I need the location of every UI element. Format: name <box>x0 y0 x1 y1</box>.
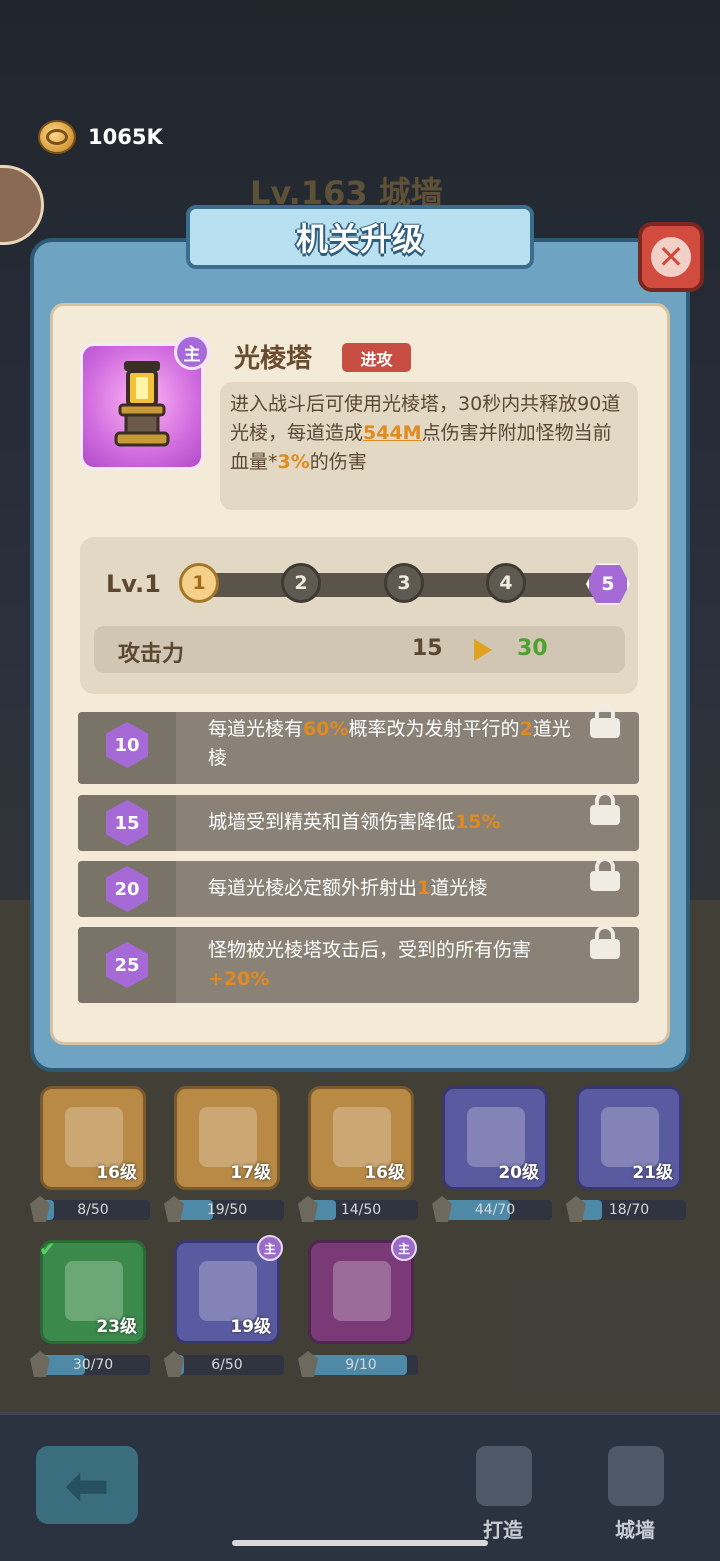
nav-wall[interactable]: 城墙 <box>590 1446 680 1556</box>
tower-card-selected[interactable]: 主 <box>308 1235 417 1344</box>
current-level-label: Lv.1 <box>106 570 161 598</box>
unlock-description: 怪物被光棱塔攻击后，受到的所有伤害+20% <box>208 939 532 990</box>
level-node-3[interactable]: 3 <box>384 563 424 603</box>
nav-wall-label: 城墙 <box>615 1518 655 1542</box>
shard-progress: 14/50 <box>298 1196 418 1222</box>
nav-craft-label: 打造 <box>483 1518 523 1542</box>
tower-level: 20级 <box>498 1163 539 1183</box>
tower-card[interactable]: 17级 <box>174 1086 280 1190</box>
main-badge: 主 <box>174 334 210 370</box>
tower-card[interactable]: 20级 <box>442 1086 548 1190</box>
tower-level: 19级 <box>230 1317 271 1337</box>
tower-card[interactable]: 16级 <box>308 1086 414 1190</box>
unlock-row: 20 每道光棱必定额外折射出1道光棱 <box>78 857 639 917</box>
gold-amount: 1065K <box>88 125 163 149</box>
shard-progress: 9/10 <box>298 1351 418 1377</box>
gear-icon <box>476 1446 532 1506</box>
back-arrow-icon: ⬅ <box>64 1453 110 1517</box>
shard-progress: 19/50 <box>164 1196 284 1222</box>
progress-text: 9/10 <box>345 1357 377 1373</box>
shard-progress: 6/50 <box>164 1351 284 1377</box>
prism-tower-glyph <box>114 361 170 447</box>
main-badge: 主 <box>257 1235 283 1261</box>
lock-icon <box>590 791 620 825</box>
unlock-row: 10 每道光棱有60%概率改为发射平行的2道光棱 <box>78 704 639 784</box>
prism-tower-icon <box>333 1261 391 1321</box>
lock-icon <box>590 857 620 891</box>
tower-level: 23级 <box>96 1317 137 1337</box>
lock-icon <box>590 925 620 959</box>
level-node-1[interactable]: 1 <box>179 563 219 603</box>
tower-card[interactable]: ✔ 23级 <box>39 1237 146 1344</box>
main-badge: 主 <box>391 1235 417 1261</box>
progress-text: 18/70 <box>608 1202 650 1218</box>
lock-icon <box>590 704 620 738</box>
gold-coin-icon <box>38 120 76 154</box>
gold-currency: 1065K <box>38 120 163 154</box>
damage-value: 544M <box>363 422 422 444</box>
item-description: 进入战斗后可使用光棱塔，30秒内共释放90道光棱，每道造成544M点伤害并附加怪… <box>220 382 638 510</box>
shard-progress: 8/50 <box>30 1196 150 1222</box>
level-node-4[interactable]: 4 <box>486 563 526 603</box>
unlock-description: 城墙受到精英和首领伤害降低15% <box>208 811 501 833</box>
tower-card[interactable]: 16级 <box>40 1086 146 1190</box>
progress-text: 14/50 <box>340 1202 382 1218</box>
unlock-description: 每道光棱有60%概率改为发射平行的2道光棱 <box>208 718 571 769</box>
castle-icon <box>608 1446 664 1506</box>
tower-level: 21级 <box>632 1163 673 1183</box>
close-x-icon: ✕ <box>651 237 691 277</box>
shard-progress: 30/70 <box>30 1351 150 1377</box>
progress-text: 6/50 <box>211 1357 243 1373</box>
shard-progress: 44/70 <box>432 1196 552 1222</box>
dialog-title: 机关升级 <box>295 220 424 258</box>
check-icon: ✔ <box>39 1237 56 1261</box>
close-button[interactable]: ✕ <box>638 222 704 292</box>
stat-next-value: 30 <box>517 636 548 661</box>
stat-name: 攻击力 <box>118 642 185 667</box>
level-node-2[interactable]: 2 <box>281 563 321 603</box>
unlock-row: 15 城墙受到精英和首领伤害降低15% <box>78 791 639 851</box>
progress-text: 19/50 <box>206 1202 248 1218</box>
back-button[interactable]: ⬅ <box>36 1446 138 1524</box>
tower-card[interactable]: 主 19级 <box>174 1235 283 1344</box>
hp-percent: 3% <box>277 451 310 473</box>
tower-level: 17级 <box>230 1163 271 1183</box>
play-arrow-icon <box>474 639 492 661</box>
progress-text: 44/70 <box>474 1202 516 1218</box>
home-indicator <box>232 1540 488 1546</box>
progress-text: 30/70 <box>72 1357 114 1373</box>
dialog-title-ribbon: 机关升级 <box>186 205 534 269</box>
tower-level: 16级 <box>364 1163 405 1183</box>
progress-text: 8/50 <box>77 1202 109 1218</box>
attack-tag: 进攻 <box>342 343 411 372</box>
unlock-row: 25 怪物被光棱塔攻击后，受到的所有伤害+20% <box>78 925 639 1003</box>
unlock-description: 每道光棱必定额外折射出1道光棱 <box>208 877 488 899</box>
item-name: 光棱塔 <box>234 344 313 374</box>
stat-current-value: 15 <box>412 636 443 661</box>
tower-card[interactable]: 21级 <box>576 1086 682 1190</box>
shard-progress: 18/70 <box>566 1196 686 1222</box>
tower-level: 16级 <box>96 1163 137 1183</box>
